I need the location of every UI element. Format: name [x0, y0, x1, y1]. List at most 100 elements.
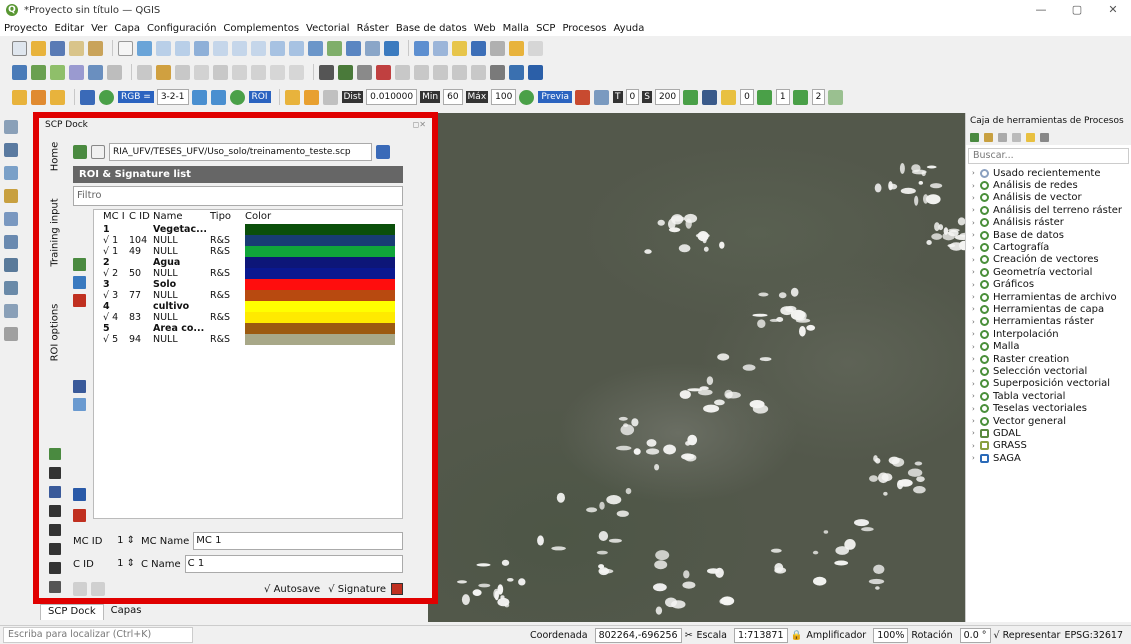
models-icon[interactable] — [970, 132, 979, 142]
signature-row[interactable]: √ 3 77 NULL R&S — [94, 290, 402, 301]
chevron-right-icon[interactable]: › — [972, 343, 980, 351]
scp-tools-icon[interactable] — [12, 89, 27, 105]
toolbox-item[interactable]: › Superposición vectorial — [972, 378, 1131, 390]
arrows-icon[interactable] — [49, 543, 61, 555]
zoom-in-icon[interactable] — [156, 40, 171, 56]
label-icon[interactable] — [319, 64, 334, 80]
redo-roi-icon[interactable] — [322, 89, 338, 105]
chevron-right-icon[interactable]: › — [972, 169, 980, 177]
classification-icon[interactable] — [49, 448, 61, 460]
toolbox-item[interactable]: › Base de datos — [972, 229, 1131, 241]
paste-icon[interactable] — [251, 64, 266, 80]
import-icon[interactable] — [73, 488, 86, 501]
layout-icon[interactable] — [69, 40, 84, 56]
zoom-input-image-icon[interactable] — [80, 89, 95, 105]
magnifier-spinbox[interactable]: 100% — [873, 628, 909, 643]
cell-color-swatch[interactable] — [245, 334, 395, 345]
tab-capas[interactable]: Capas — [104, 604, 149, 620]
cell-color-swatch[interactable] — [245, 268, 395, 279]
new-project-icon[interactable] — [12, 40, 27, 56]
chevron-right-icon[interactable]: › — [972, 268, 980, 276]
scripts-icon[interactable] — [984, 132, 993, 142]
toolbox-item[interactable]: › GRASS — [972, 440, 1131, 452]
chevron-right-icon[interactable]: › — [972, 305, 980, 313]
render-checkbox[interactable]: √ Representar — [994, 630, 1061, 641]
crs-button[interactable]: EPSG:32617 — [1064, 630, 1123, 641]
undo-icon[interactable] — [270, 64, 285, 80]
scp-preprocess-icon[interactable] — [31, 89, 46, 105]
menu-item-capa[interactable]: Capa — [114, 23, 140, 34]
add-raster-layer-icon[interactable] — [4, 143, 18, 157]
toolbox-item[interactable]: › Geometría vectorial — [972, 266, 1131, 278]
signature-color-icon[interactable] — [391, 583, 403, 595]
rgb-combo[interactable]: 3-2-1 — [156, 89, 189, 105]
toolbox-item[interactable]: › SAGA — [972, 452, 1131, 464]
chevron-right-icon[interactable]: › — [972, 429, 980, 437]
bookmark-icon[interactable] — [327, 40, 342, 56]
export-icon[interactable] — [49, 524, 61, 536]
macroclass-row[interactable]: 3 Solo — [94, 279, 402, 290]
add-vector-layer-icon[interactable] — [4, 120, 18, 134]
band-set-next-icon[interactable] — [792, 89, 808, 105]
measure-icon[interactable] — [509, 40, 524, 56]
menu-item-ver[interactable]: Ver — [91, 23, 107, 34]
undo-roi-icon[interactable] — [73, 582, 87, 596]
c-id-spinbox[interactable]: 1 ⇕ — [103, 556, 137, 572]
map-canvas[interactable] — [428, 113, 965, 622]
classification-preview-icon[interactable] — [575, 89, 590, 105]
menu-item-ayuda[interactable]: Ayuda — [614, 23, 645, 34]
chevron-right-icon[interactable]: › — [972, 206, 980, 214]
text-annotation-icon[interactable] — [528, 40, 543, 56]
band-spinbox-2[interactable]: 1 — [775, 89, 790, 105]
tab-scp-dock[interactable]: SCP Dock — [40, 604, 104, 620]
menu-item-editar[interactable]: Editar — [54, 23, 84, 34]
vertex-tool-icon[interactable] — [156, 64, 171, 80]
delete-icon[interactable] — [194, 64, 209, 80]
col-color[interactable]: Color — [245, 210, 395, 224]
remove-temp-files-icon[interactable] — [683, 89, 699, 105]
roi-signature-table[interactable]: MC I C ID Name Tipo Color 1 Vegetac... √ 1… — [93, 209, 403, 519]
mc-name-input[interactable]: MC 1 — [193, 532, 403, 550]
col-tipo[interactable]: Tipo — [210, 210, 245, 224]
signature-row[interactable]: √ 4 83 NULL R&S — [94, 312, 402, 323]
autosave-checkbox[interactable]: √ Autosave — [264, 584, 320, 595]
move-feature-icon[interactable] — [175, 64, 190, 80]
toolbox-item[interactable]: › Usado recientemente — [972, 167, 1131, 179]
processing-toolbox-icon[interactable] — [528, 64, 543, 80]
chevron-right-icon[interactable]: › — [972, 182, 980, 190]
col-mc-id[interactable]: MC I — [103, 210, 129, 224]
add-point-icon[interactable] — [137, 64, 152, 80]
add-spatialite-icon[interactable] — [4, 212, 18, 226]
tab-training-input[interactable]: Training input — [47, 184, 63, 280]
digitize-icon[interactable] — [69, 64, 84, 80]
attribute-table-icon[interactable] — [433, 40, 448, 56]
scale-combo[interactable]: 1:713871 — [734, 628, 788, 643]
s-spinbox[interactable]: 200 — [654, 89, 681, 105]
lock-icon[interactable]: 🔒 — [791, 630, 803, 641]
band-spinbox-3[interactable]: 2 — [811, 89, 826, 105]
save-roi-icon[interactable] — [91, 582, 105, 596]
menu-item-base-de-datos[interactable]: Base de datos — [396, 23, 467, 34]
toolbox-item[interactable]: › Creación de vectores — [972, 254, 1131, 266]
close-icon[interactable]: ✕ — [1095, 0, 1131, 20]
macroclass-row[interactable]: 1 Vegetac... — [94, 224, 402, 235]
diagram-icon[interactable] — [471, 64, 486, 80]
cut-icon[interactable] — [213, 64, 228, 80]
chevron-right-icon[interactable]: › — [972, 244, 980, 252]
select-features-icon[interactable] — [452, 40, 467, 56]
zoom-native-icon[interactable] — [251, 40, 266, 56]
zoom-layer-icon[interactable] — [232, 40, 247, 56]
toolbox-search-input[interactable]: Buscar... — [968, 148, 1129, 164]
cell-color-swatch[interactable] — [245, 246, 395, 257]
show-preview-icon[interactable] — [519, 89, 535, 105]
cell-color-swatch[interactable] — [245, 257, 395, 268]
coord-value[interactable]: 802264,-696256 — [594, 628, 682, 643]
toolbox-item[interactable]: › Selección vectorial — [972, 365, 1131, 377]
chevron-right-icon[interactable]: › — [972, 281, 980, 289]
download-icon[interactable] — [49, 505, 61, 517]
menu-item-web[interactable]: Web — [474, 23, 496, 34]
toolbox-item[interactable]: › Vector general — [972, 415, 1131, 427]
signature-row[interactable]: √ 1 104 NULL R&S — [94, 235, 402, 246]
chevron-right-icon[interactable]: › — [972, 355, 980, 363]
open-training-icon[interactable] — [73, 145, 87, 159]
